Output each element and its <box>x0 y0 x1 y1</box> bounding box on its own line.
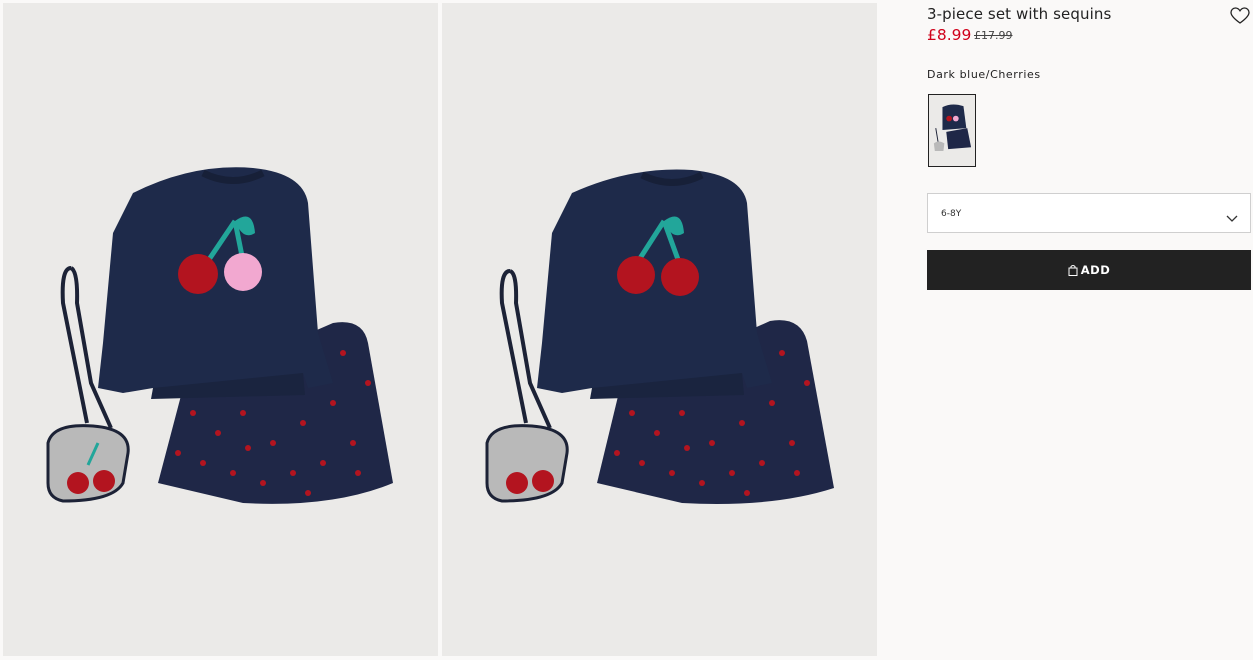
chevron-down-icon <box>1226 208 1238 222</box>
size-dropdown[interactable]: 6-8Y <box>927 193 1251 233</box>
add-button-label: ADD <box>1080 263 1111 277</box>
colour-swatch-dark-blue-cherries[interactable] <box>928 94 976 167</box>
product-title: 3-piece set with sequins <box>927 5 1112 23</box>
outfit-illustration-front <box>46 167 393 504</box>
outfit-illustration-alternate <box>485 169 834 504</box>
shopping-bag-icon <box>1068 264 1078 276</box>
heart-icon[interactable] <box>1230 7 1250 25</box>
product-page: 3-piece set with sequins £8.99 £17.99 Da… <box>0 0 1253 660</box>
swatch-thumbnail <box>933 104 972 152</box>
size-selected-value: 6-8Y <box>941 209 962 219</box>
product-gallery <box>0 0 880 660</box>
colour-label: Dark blue/Cherries <box>927 68 1041 81</box>
product-details-panel: 3-piece set with sequins £8.99 £17.99 Da… <box>880 0 1253 660</box>
product-image-front[interactable] <box>3 3 438 656</box>
product-image-alternate[interactable] <box>442 3 877 656</box>
original-price: £17.99 <box>974 29 1013 42</box>
add-to-bag-button[interactable]: ADD <box>927 250 1251 290</box>
sale-price: £8.99 <box>927 26 972 44</box>
